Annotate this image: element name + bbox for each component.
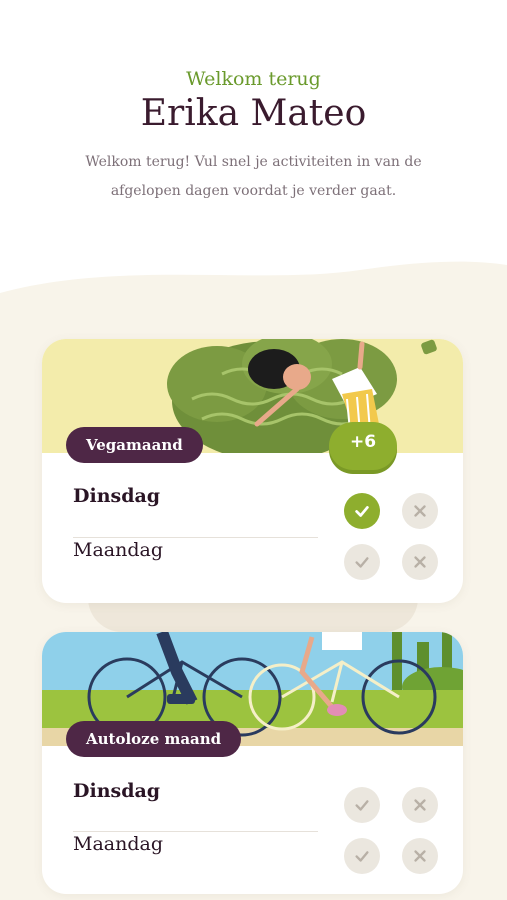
close-icon — [414, 556, 426, 568]
dismiss-button-dinsdag[interactable] — [402, 493, 438, 529]
close-icon — [414, 505, 426, 517]
confirm-button-dinsdag[interactable] — [344, 493, 380, 529]
check-icon — [355, 800, 369, 811]
dismiss-button-maandag[interactable] — [402, 838, 438, 874]
check-icon — [355, 851, 369, 862]
dismiss-button-dinsdag[interactable] — [402, 787, 438, 823]
confirm-button-maandag[interactable] — [344, 838, 380, 874]
day-label-dinsdag: Dinsdag — [73, 485, 161, 507]
confirm-button-dinsdag[interactable] — [344, 787, 380, 823]
day-label-dinsdag: Dinsdag — [73, 780, 161, 802]
row-divider — [73, 537, 318, 538]
close-icon — [414, 799, 426, 811]
challenge-card-autoloze-maand: Autoloze maand Dinsdag Maandag — [42, 632, 463, 894]
check-icon — [355, 557, 369, 568]
confirm-button-maandag[interactable] — [344, 544, 380, 580]
close-icon — [414, 850, 426, 862]
extra-count-badge[interactable]: +6 — [329, 422, 397, 470]
card-shadow-decoration — [88, 598, 418, 632]
user-name-title: Erika Mateo — [140, 93, 367, 134]
day-label-maandag: Maandag — [73, 539, 163, 561]
challenge-card-vegamaand: Vegamaand +6 Dinsdag Maandag — [42, 339, 463, 603]
challenge-badge: Vegamaand — [66, 427, 203, 463]
welcome-header: Welkom terug Erika Mateo Welkom terug! V… — [0, 0, 507, 300]
check-icon — [355, 506, 369, 517]
challenge-badge: Autoloze maand — [66, 721, 242, 757]
row-divider — [73, 831, 318, 832]
intro-text: Welkom terug! Vul snel je activiteiten i… — [85, 154, 422, 199]
dismiss-button-maandag[interactable] — [402, 544, 438, 580]
day-label-maandag: Maandag — [73, 833, 163, 855]
greeting-subtitle: Welkom terug — [186, 68, 321, 90]
